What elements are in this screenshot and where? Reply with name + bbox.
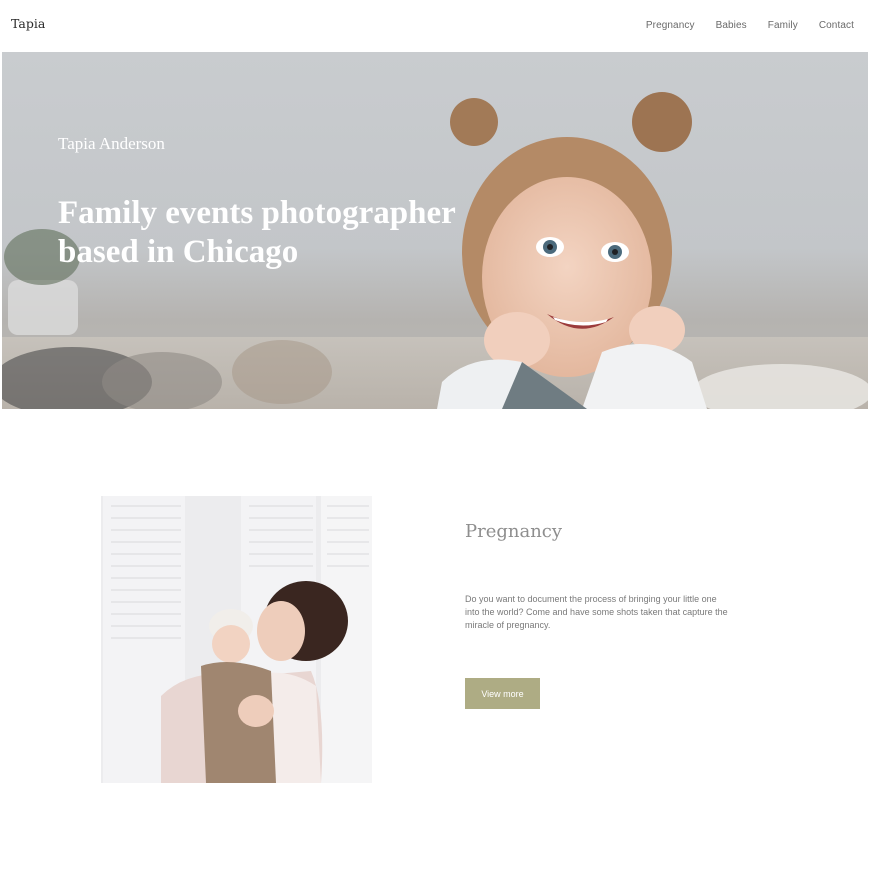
nav-family[interactable]: Family xyxy=(768,20,798,31)
hero-subtitle: Tapia Anderson xyxy=(58,134,165,153)
site-logo[interactable]: Tapia xyxy=(11,16,45,31)
view-more-button[interactable]: View more xyxy=(465,678,540,709)
hero-banner: Tapia Anderson Family events photographe… xyxy=(2,52,868,409)
nav-contact[interactable]: Contact xyxy=(819,20,854,31)
pregnancy-photo xyxy=(101,496,372,783)
hero-title: Family events photographer based in Chic… xyxy=(58,195,456,270)
mother-baby-image xyxy=(101,496,372,783)
section-description: Do you want to document the process of b… xyxy=(465,594,728,630)
nav-pregnancy[interactable]: Pregnancy xyxy=(646,20,695,31)
section-title: Pregnancy xyxy=(465,521,563,542)
site-header: Tapia Pregnancy Babies Family Contact xyxy=(0,0,873,52)
nav-babies[interactable]: Babies xyxy=(716,20,747,31)
main-nav: Pregnancy Babies Family Contact xyxy=(646,20,854,31)
